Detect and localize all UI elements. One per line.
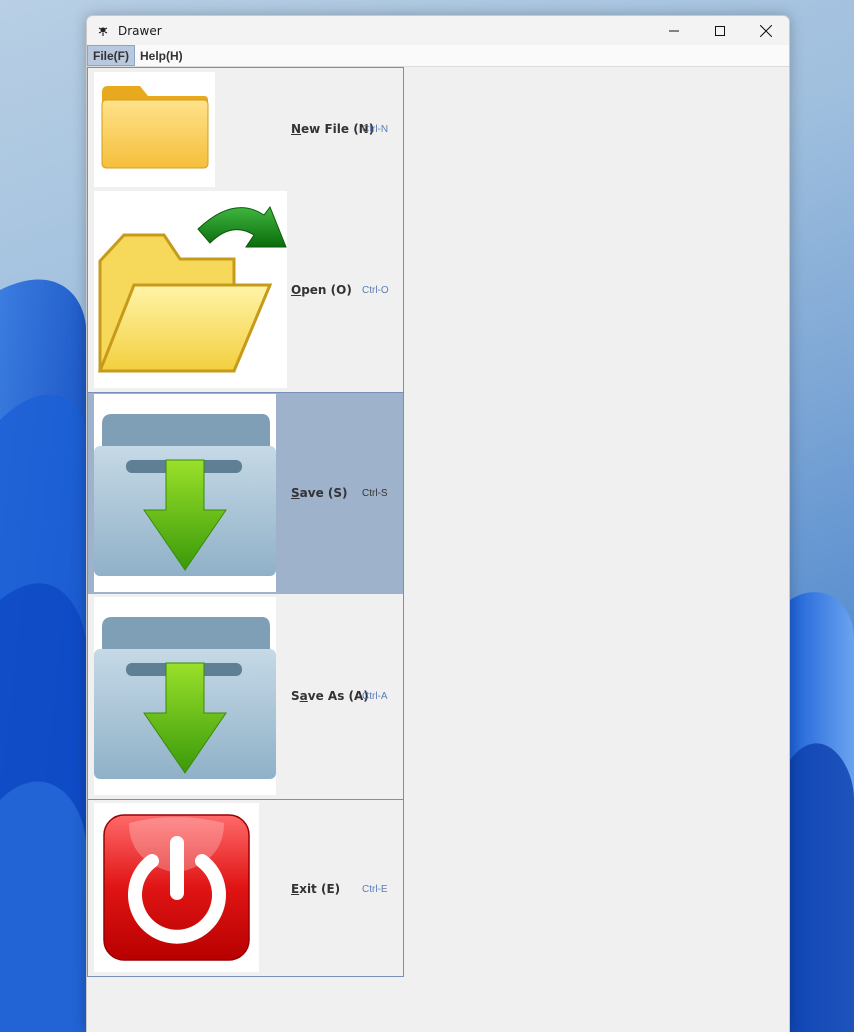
power-icon bbox=[94, 803, 259, 972]
save-as-accelerator: Ctrl-A bbox=[362, 691, 388, 702]
menu-bar: File(F) Help(H) bbox=[87, 45, 789, 67]
java-app-icon bbox=[96, 24, 110, 38]
menu-item-exit[interactable]: Exit (E) Ctrl-E bbox=[88, 800, 403, 976]
title-bar[interactable]: Drawer bbox=[87, 16, 789, 45]
menu-help[interactable]: Help(H) bbox=[135, 45, 188, 66]
menu-item-new-file[interactable]: New File (N) Ctrl-N bbox=[88, 68, 403, 188]
exit-accelerator: Ctrl-E bbox=[362, 884, 388, 895]
save-label: Save (S) bbox=[291, 486, 348, 500]
minimize-icon bbox=[669, 30, 679, 31]
file-menu-popup: New File (N) Ctrl-N Open (O) Ctrl-O Save… bbox=[87, 67, 404, 977]
menu-file[interactable]: File(F) bbox=[87, 45, 135, 66]
new-file-accelerator: Ctrl-N bbox=[362, 124, 389, 135]
exit-label: Exit (E) bbox=[291, 882, 341, 896]
save-accelerator: Ctrl-S bbox=[362, 488, 388, 499]
close-button[interactable] bbox=[743, 16, 789, 45]
save-as-label: Save As (A) bbox=[291, 689, 369, 703]
minimize-button[interactable] bbox=[651, 16, 697, 45]
menu-item-open[interactable]: Open (O) Ctrl-O bbox=[88, 188, 403, 392]
app-window: Drawer File(F) Help(H) New File (N) Ctrl… bbox=[86, 15, 790, 1032]
open-accelerator: Ctrl-O bbox=[362, 285, 389, 296]
new-folder-icon bbox=[94, 72, 215, 187]
maximize-icon bbox=[715, 25, 725, 36]
open-folder-icon bbox=[94, 191, 287, 388]
maximize-button[interactable] bbox=[697, 16, 743, 45]
window-title: Drawer bbox=[118, 23, 162, 38]
save-as-icon bbox=[94, 597, 276, 795]
menu-item-save[interactable]: Save (S) Ctrl-S bbox=[88, 393, 403, 594]
open-label: Open (O) bbox=[291, 283, 352, 297]
menu-item-save-as[interactable]: Save As (A) Ctrl-A bbox=[88, 594, 403, 799]
close-icon bbox=[760, 24, 772, 37]
save-icon bbox=[94, 394, 276, 592]
